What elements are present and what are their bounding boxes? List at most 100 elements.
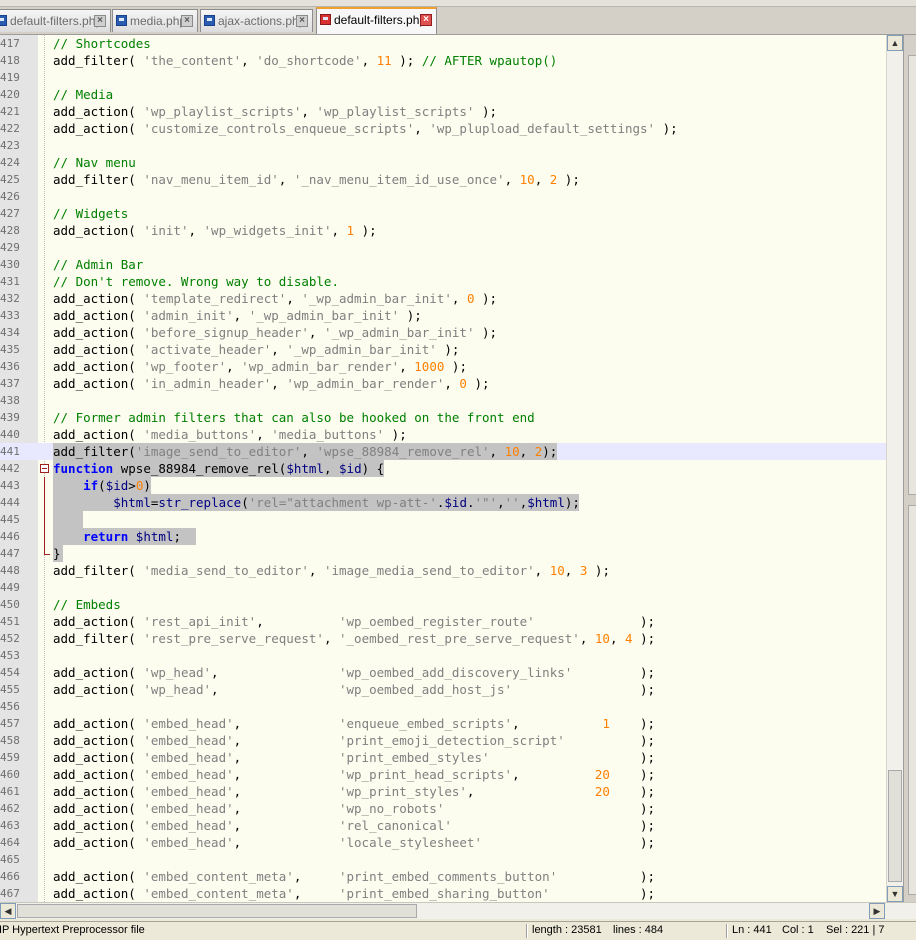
- code-text[interactable]: add_action( 'wp_head', 'wp_oembed_add_di…: [53, 664, 655, 681]
- code-text[interactable]: add_filter( 'rest_pre_serve_request', '_…: [53, 630, 655, 647]
- code-text[interactable]: if($id>0): [53, 477, 151, 494]
- code-line[interactable]: 427 // Widgets: [0, 205, 886, 222]
- code-line[interactable]: 429: [0, 239, 886, 256]
- code-line[interactable]: 440 add_action( 'media_buttons', 'media_b…: [0, 426, 886, 443]
- code-line[interactable]: 466 add_action( 'embed_content_meta', 'pr…: [0, 868, 886, 885]
- code-line[interactable]: 464 add_action( 'embed_head', 'locale_sty…: [0, 834, 886, 851]
- horizontal-scrollbar[interactable]: ◀ ▶: [0, 902, 916, 919]
- code-line[interactable]: 454 add_action( 'wp_head', 'wp_oembed_add…: [0, 664, 886, 681]
- code-line[interactable]: 460 add_action( 'embed_head', 'wp_print_h…: [0, 766, 886, 783]
- code-text[interactable]: add_action( 'embed_head', 'print_embed_s…: [53, 749, 655, 766]
- code-text[interactable]: // Former admin filters that can also be…: [53, 409, 535, 426]
- code-line[interactable]: 448 add_filter( 'media_send_to_editor', '…: [0, 562, 886, 579]
- code-line[interactable]: 436 add_action( 'wp_footer', 'wp_admin_ba…: [0, 358, 886, 375]
- code-line[interactable]: 432 add_action( 'template_redirect', '_wp…: [0, 290, 886, 307]
- code-text[interactable]: add_action( 'admin_init', '_wp_admin_bar…: [53, 307, 422, 324]
- code-text[interactable]: // Don't remove. Wrong way to disable.: [53, 273, 339, 290]
- code-text[interactable]: add_action( 'embed_head', 'enqueue_embed…: [53, 715, 655, 732]
- code-line[interactable]: 461 add_action( 'embed_head', 'wp_print_s…: [0, 783, 886, 800]
- scroll-up-icon[interactable]: ▲: [887, 35, 903, 51]
- code-lines[interactable]: 417 // Shortcodes 418 add_filter( 'the_cont…: [0, 35, 886, 902]
- scroll-right-icon[interactable]: ▶: [869, 903, 885, 919]
- code-line[interactable]: 430 // Admin Bar: [0, 256, 886, 273]
- code-line[interactable]: 421 add_action( 'wp_playlist_scripts', 'w…: [0, 103, 886, 120]
- tab-ajax-actions[interactable]: ajax-actions.php ×: [200, 9, 313, 32]
- code-text[interactable]: // Admin Bar: [53, 256, 143, 273]
- code-text[interactable]: add_action( 'embed_head', 'locale_styles…: [53, 834, 655, 851]
- close-icon[interactable]: ×: [296, 15, 308, 27]
- code-text[interactable]: add_action( 'in_admin_header', 'wp_admin…: [53, 375, 490, 392]
- code-line[interactable]: 424 // Nav menu: [0, 154, 886, 171]
- code-text[interactable]: // Media: [53, 86, 113, 103]
- code-text[interactable]: add_action( 'rest_api_init', 'wp_oembed_…: [53, 613, 655, 630]
- code-line[interactable]: 445: [0, 511, 886, 528]
- code-line[interactable]: 434 add_action( 'before_signup_header', '…: [0, 324, 886, 341]
- code-line[interactable]: 453: [0, 647, 886, 664]
- code-line[interactable]: 442 function wpse_88984_remove_rel($html,…: [0, 460, 886, 477]
- code-line[interactable]: 426: [0, 188, 886, 205]
- fold-minus-icon[interactable]: [40, 464, 49, 473]
- code-line[interactable]: 420 // Media: [0, 86, 886, 103]
- code-line[interactable]: 422 add_action( 'customize_controls_enque…: [0, 120, 886, 137]
- close-icon[interactable]: ×: [94, 15, 106, 27]
- code-line[interactable]: 463 add_action( 'embed_head', 'rel_canoni…: [0, 817, 886, 834]
- code-text[interactable]: add_action( 'embed_head', 'rel_canonical…: [53, 817, 655, 834]
- scrollbar-thumb[interactable]: [888, 770, 902, 882]
- code-line[interactable]: 467 add_action( 'embed_content_meta', 'pr…: [0, 885, 886, 902]
- code-text[interactable]: add_action( 'embed_content_meta', 'print…: [53, 885, 655, 902]
- code-text[interactable]: }: [53, 545, 61, 562]
- code-line[interactable]: 446 return $html;: [0, 528, 886, 545]
- code-text[interactable]: add_action( 'embed_head', 'print_emoji_d…: [53, 732, 655, 749]
- code-line[interactable]: 443 if($id>0): [0, 477, 886, 494]
- code-text[interactable]: add_filter( 'nav_menu_item_id', '_nav_me…: [53, 171, 580, 188]
- code-line[interactable]: 450 // Embeds: [0, 596, 886, 613]
- code-text[interactable]: add_action( 'wp_playlist_scripts', 'wp_p…: [53, 103, 497, 120]
- code-line[interactable]: 458 add_action( 'embed_head', 'print_emoj…: [0, 732, 886, 749]
- code-text[interactable]: add_action( 'embed_head', 'wp_print_head…: [53, 766, 655, 783]
- code-text[interactable]: function wpse_88984_remove_rel($html, $i…: [53, 460, 384, 477]
- tab-media[interactable]: media.php ×: [112, 9, 198, 32]
- code-text[interactable]: // Shortcodes: [53, 35, 151, 52]
- code-text[interactable]: add_action( 'embed_head', 'wp_no_robots'…: [53, 800, 655, 817]
- code-line[interactable]: 437 add_action( 'in_admin_header', 'wp_ad…: [0, 375, 886, 392]
- scroll-left-icon[interactable]: ◀: [0, 903, 16, 919]
- code-text[interactable]: add_action( 'wp_footer', 'wp_admin_bar_r…: [53, 358, 467, 375]
- code-text[interactable]: [53, 511, 83, 528]
- code-text[interactable]: add_action( 'activate_header', '_wp_admi…: [53, 341, 459, 358]
- code-text[interactable]: // Widgets: [53, 205, 128, 222]
- code-line[interactable]: 465: [0, 851, 886, 868]
- code-text[interactable]: add_action( 'template_redirect', '_wp_ad…: [53, 290, 497, 307]
- code-line[interactable]: 456: [0, 698, 886, 715]
- code-text[interactable]: add_filter('image_send_to_editor', 'wpse…: [53, 443, 557, 460]
- vertical-scrollbar[interactable]: ▲ ▼: [886, 35, 903, 902]
- code-text[interactable]: add_action( 'init', 'wp_widgets_init', 1…: [53, 222, 377, 239]
- code-line[interactable]: 449: [0, 579, 886, 596]
- code-text[interactable]: add_action( 'embed_head', 'wp_print_styl…: [53, 783, 655, 800]
- close-icon[interactable]: ×: [181, 15, 193, 27]
- tab-default-filters-active[interactable]: default-filters.php ×: [316, 7, 437, 34]
- code-line[interactable]: 418 add_filter( 'the_content', 'do_shortc…: [0, 52, 886, 69]
- scroll-down-icon[interactable]: ▼: [887, 886, 903, 902]
- code-line[interactable]: 439 // Former admin filters that can also…: [0, 409, 886, 426]
- code-text[interactable]: return $html;: [53, 528, 196, 545]
- code-line[interactable]: 428 add_action( 'init', 'wp_widgets_init'…: [0, 222, 886, 239]
- code-line[interactable]: 431 // Don't remove. Wrong way to disable…: [0, 273, 886, 290]
- code-line[interactable]: 419: [0, 69, 886, 86]
- code-line[interactable]: 425 add_filter( 'nav_menu_item_id', '_nav…: [0, 171, 886, 188]
- code-text[interactable]: add_action( 'customize_controls_enqueue_…: [53, 120, 678, 137]
- code-editor[interactable]: 417 // Shortcodes 418 add_filter( 'the_cont…: [0, 35, 886, 902]
- code-line[interactable]: 447}: [0, 545, 886, 562]
- code-line[interactable]: 451 add_action( 'rest_api_init', 'wp_oemb…: [0, 613, 886, 630]
- code-text[interactable]: add_action( 'wp_head', 'wp_oembed_add_ho…: [53, 681, 655, 698]
- code-line[interactable]: 433 add_action( 'admin_init', '_wp_admin_…: [0, 307, 886, 324]
- code-line[interactable]: 457 add_action( 'embed_head', 'enqueue_em…: [0, 715, 886, 732]
- code-text[interactable]: add_action( 'media_buttons', 'media_butt…: [53, 426, 407, 443]
- scrollbar-thumb[interactable]: [17, 904, 417, 918]
- code-line[interactable]: 441 add_filter('image_send_to_editor', 'w…: [0, 443, 886, 460]
- code-text[interactable]: $html=str_replace('rel="attachment wp-at…: [53, 494, 580, 511]
- code-line[interactable]: 452 add_filter( 'rest_pre_serve_request',…: [0, 630, 886, 647]
- code-line[interactable]: 417 // Shortcodes: [0, 35, 886, 52]
- code-line[interactable]: 435 add_action( 'activate_header', '_wp_a…: [0, 341, 886, 358]
- code-line[interactable]: 462 add_action( 'embed_head', 'wp_no_robo…: [0, 800, 886, 817]
- code-text[interactable]: // Nav menu: [53, 154, 136, 171]
